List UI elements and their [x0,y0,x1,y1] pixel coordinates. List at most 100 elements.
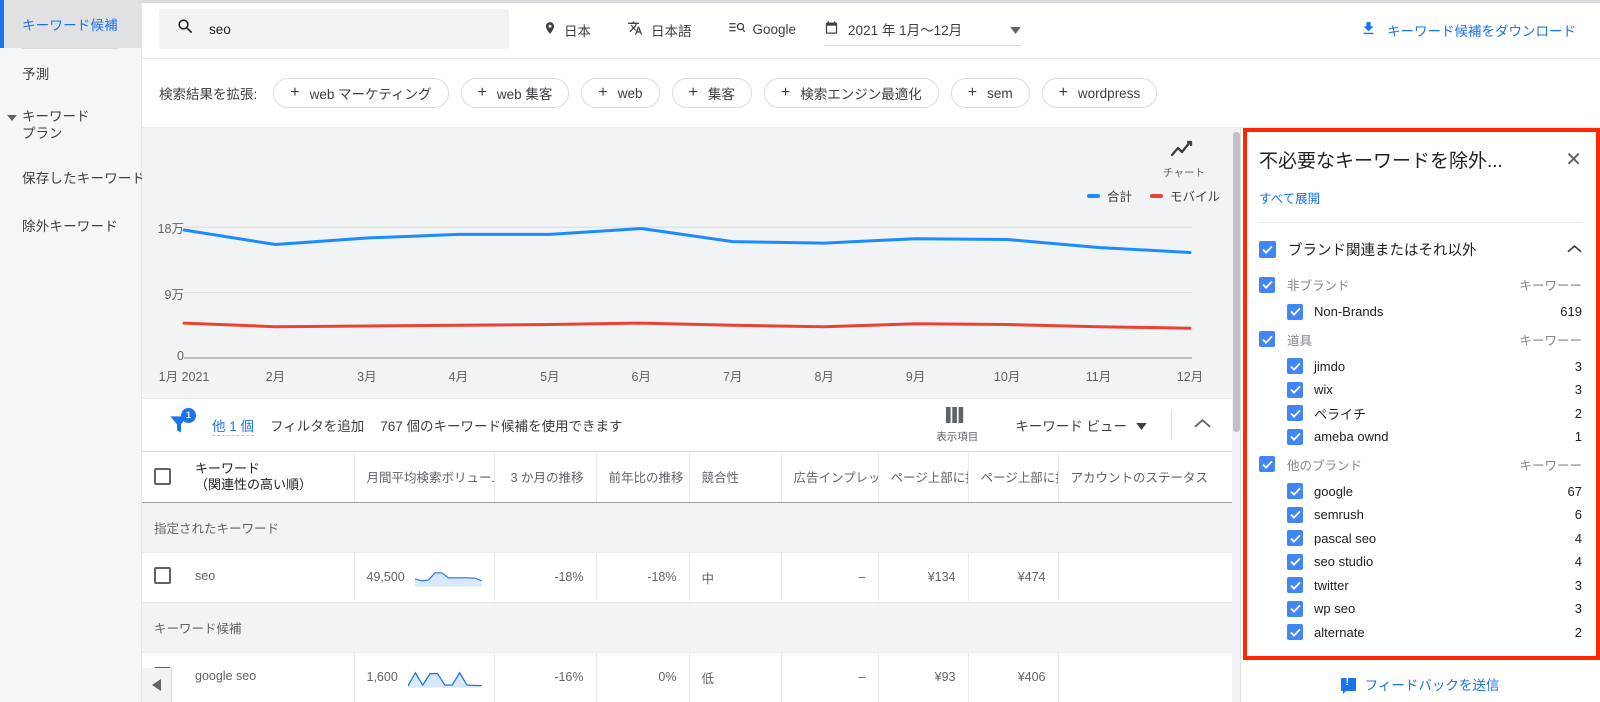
sidebar-item-saved-keywords[interactable]: 保存したキーワード [0,153,145,201]
item-checkbox[interactable] [1287,303,1303,320]
panel-item-row[interactable]: twitter 3 [1259,574,1582,598]
panel-item-row[interactable]: ameba ownd 1 [1259,425,1582,449]
select-all-checkbox[interactable] [154,468,171,486]
panel-header: 不必要なキーワードを除外... ✕ すべて展開 [1241,128,1600,223]
cell-ad-impression-share: – [781,652,879,702]
close-icon[interactable]: ✕ [1555,150,1582,170]
panel-section-row[interactable]: 非ブランド キーワーー [1259,269,1582,300]
item-checkbox[interactable] [1287,358,1303,375]
legend-swatch [1149,193,1163,198]
item-checkbox[interactable] [1287,483,1303,500]
sidebar-item-negative-keywords[interactable]: 除外キーワード [0,201,141,249]
download-label: キーワード候補をダウンロード [1387,23,1576,39]
chart-x-tick: 5月 [540,370,560,384]
broaden-chip[interactable]: + sem [950,78,1030,108]
item-label: jimdo [1314,358,1346,374]
panel-item-row[interactable]: Non-Brands 619 [1259,300,1582,324]
header-account-status[interactable]: アカウントのステータス [1058,452,1232,503]
search-input[interactable]: seo [159,9,509,49]
view-selector[interactable]: キーワード ビュー [1015,415,1147,435]
root-checkbox[interactable] [1250,231,1284,266]
location-selector[interactable]: 日本 [525,20,609,40]
keyword-text: seo [195,568,216,583]
date-range-selector[interactable]: 2021 年 1月〜12月 [824,13,1022,46]
sidebar-item-label: 予測 [22,67,50,82]
chart-x-tick: 6月 [631,370,651,384]
item-checkbox[interactable] [1287,428,1303,445]
broaden-chip[interactable]: + web 集客 [460,78,570,108]
filter-toolbar-right: 表示項目 キーワード ビュー [925,399,1232,451]
feedback-icon [1340,677,1356,694]
row-checkbox[interactable] [154,567,171,584]
header-top-of-page-bid-high[interactable]: ページ上部に掲 [968,452,1059,503]
language-selector[interactable]: 日本語 [609,20,710,40]
panel-item-row[interactable]: pascal seo 4 [1259,527,1582,551]
panel-item-row[interactable]: jimdo 3 [1259,355,1582,379]
chip-label: sem [987,85,1013,101]
item-checkbox[interactable] [1287,600,1303,617]
search-icon [176,17,195,41]
section-checkbox[interactable] [1259,456,1275,472]
panel-section-row[interactable]: 他のブランド キーワーー [1259,449,1582,480]
sidebar-item-forecast[interactable]: 予測 [0,49,141,97]
header-keyword[interactable]: キーワード （関連性の高い順） [142,452,355,503]
panel-item-row[interactable]: alternate 2 [1259,621,1582,645]
chip-label: 集客 [707,87,735,102]
item-checkbox[interactable] [1287,381,1303,398]
plus-icon: + [477,84,487,101]
send-feedback-link[interactable]: フィードバックを送信 [1240,674,1600,694]
more-filters-link[interactable]: 他 1 個 [212,415,255,436]
sidebar-item-keyword-ideas[interactable]: キーワード候補 [0,0,141,48]
chart-type-button[interactable]: チャート [1154,140,1214,180]
broaden-chip[interactable]: + web マーケティング [273,78,449,108]
download-keyword-ideas-button[interactable]: キーワード候補をダウンロード [1360,0,1576,59]
chart-x-tick: 1月 2021 [158,370,210,384]
sidebar-group-keyword-plan[interactable]: キーワード プラン [0,97,141,153]
section-checkbox[interactable] [1259,276,1275,293]
table-row[interactable]: google seo 1,600 -16% 0% 低 – ¥93 ¥406 [142,652,1232,702]
item-checkbox[interactable] [1287,624,1303,641]
expand-all-link[interactable]: すべて展開 [1259,188,1582,207]
header-avg-monthly-searches[interactable]: 月間平均検索ボリューム [354,452,495,503]
section-checkbox[interactable] [1259,331,1275,347]
volume-value: 1,600 [366,670,398,684]
legend-item-total[interactable]: 合計 [1086,186,1132,205]
filter-funnel-icon[interactable]: 1 [166,408,196,439]
chevron-up-icon[interactable] [1567,240,1582,258]
panel-item-row[interactable]: seo studio 4 [1259,550,1582,574]
add-filter-label[interactable]: フィルタを追加 [270,415,364,435]
table-scroll-left-button[interactable] [142,668,172,702]
broaden-chip[interactable]: + web [581,78,660,108]
panel-root-row[interactable]: ブランド関連またはそれ以外 [1250,229,1582,269]
section-label: 非ブランド [1287,279,1350,293]
panel-section-row[interactable]: 道具 キーワーー [1259,324,1582,355]
table-row[interactable]: seo 49,500 -18% -18% 中 – ¥134 ¥474 [142,552,1232,603]
item-checkbox[interactable] [1287,405,1303,422]
panel-filter-tree: ブランド関連またはそれ以外 非ブランド キーワーー Non-Brands 619… [1241,229,1600,644]
panel-item-row[interactable]: wix 3 [1259,378,1582,402]
header-three-month-change[interactable]: 3 か月の推移 [494,452,597,503]
panel-item-row[interactable]: wp seo 3 [1259,597,1582,621]
cell-keyword: seo [142,552,355,603]
header-yoy-change[interactable]: 前年比の推移 [596,452,690,503]
item-checkbox[interactable] [1287,553,1303,570]
network-selector[interactable]: Google [710,21,815,38]
sparkline-chart [407,671,482,688]
columns-button[interactable]: 表示項目 [925,406,989,444]
broaden-chip[interactable]: + 検索エンジン最適化 [763,78,939,108]
item-label: pascal seo [1314,530,1377,546]
panel-item-row[interactable]: ペライチ 2 [1259,402,1582,426]
header-competition[interactable]: 競合性 [689,452,782,503]
collapse-chart-button[interactable] [1172,416,1232,434]
broaden-chip[interactable]: + wordpress [1041,78,1158,108]
item-checkbox[interactable] [1287,506,1303,523]
legend-item-mobile[interactable]: モバイル [1149,186,1220,205]
item-checkbox[interactable] [1287,577,1303,594]
item-checkbox[interactable] [1287,530,1303,547]
broaden-chip[interactable]: + 集客 [671,78,752,108]
panel-item-row[interactable]: semrush 6 [1259,503,1582,527]
panel-item-row[interactable]: google 67 [1259,480,1582,504]
header-ad-impression-share[interactable]: 広告インプレッ [781,452,879,503]
header-top-of-page-bid-low[interactable]: ページ上部に掲 [878,452,969,503]
scrollbar-thumb[interactable] [1233,132,1240,432]
